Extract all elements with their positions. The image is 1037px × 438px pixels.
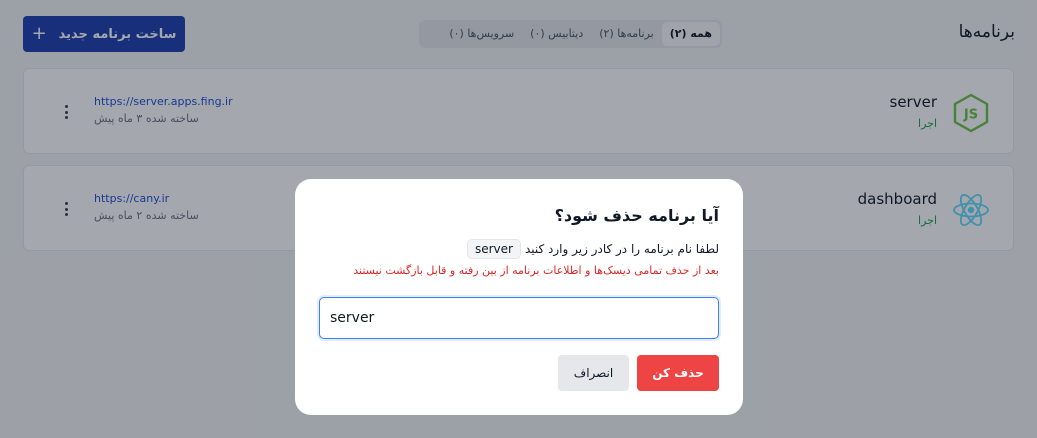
dialog-instruction: لطفا نام برنامه را در کادر زیر وارد کنید…	[466, 238, 719, 260]
delete-warning: بعد از حذف تمامی دیسک‌ها و اطلاعات برنام…	[353, 264, 719, 277]
delete-app-dialog: آیا برنامه حذف شود؟ لطفا نام برنامه را د…	[295, 179, 743, 415]
instruction-text: لطفا نام برنامه را در کادر زیر وارد کنید	[524, 242, 719, 256]
app-name-code: server	[466, 239, 521, 259]
delete-button[interactable]: حذف کن	[637, 355, 719, 391]
cancel-button[interactable]: انصراف	[558, 355, 629, 391]
confirm-name-input[interactable]	[319, 297, 719, 339]
dialog-title: آیا برنامه حذف شود؟	[554, 206, 719, 225]
